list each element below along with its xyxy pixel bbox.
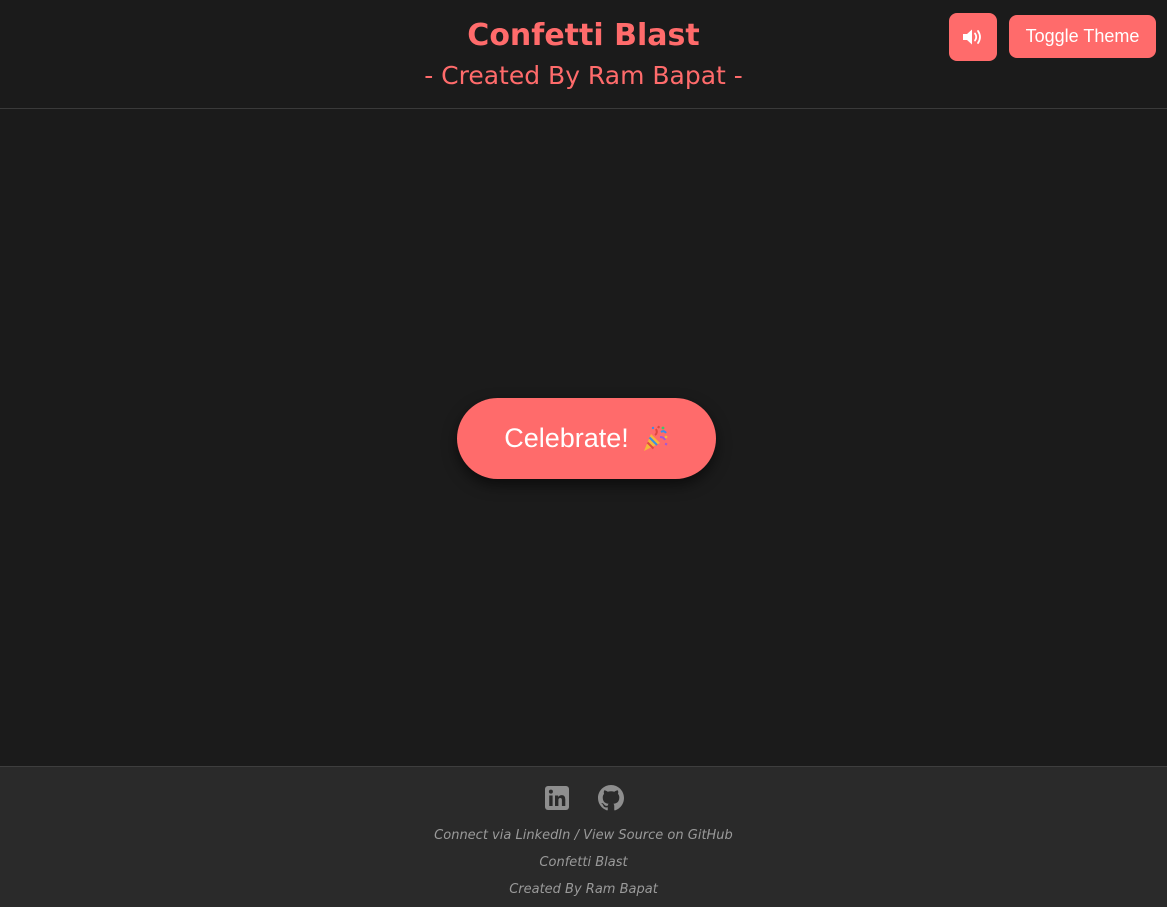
linkedin-text-link[interactable]: LinkedIn xyxy=(515,828,570,843)
celebrate-label: Celebrate! xyxy=(504,423,629,453)
celebrate-button[interactable]: Celebrate! xyxy=(457,398,716,479)
page: Confetti Blast - Created By Ram Bapat - … xyxy=(0,0,1167,907)
party-popper-icon xyxy=(643,425,668,451)
connect-text: Connect via xyxy=(434,828,512,843)
link-separator: / xyxy=(574,828,579,843)
footer-app-name: Confetti Blast xyxy=(539,855,628,870)
site-footer: Connect via LinkedIn / View Source on Gi… xyxy=(0,766,1167,907)
main-content: Celebrate! xyxy=(0,109,1167,766)
footer-links-line: Connect via LinkedIn / View Source on Gi… xyxy=(0,827,1167,845)
linkedin-link[interactable] xyxy=(544,785,570,811)
speaker-volume-icon xyxy=(963,29,981,45)
toggle-theme-button[interactable]: Toggle Theme xyxy=(1009,15,1156,58)
github-text-link[interactable]: View Source on GitHub xyxy=(583,828,733,843)
page-subtitle: - Created By Ram Bapat - xyxy=(424,61,743,90)
site-header: Confetti Blast - Created By Ram Bapat - … xyxy=(0,0,1167,109)
social-links xyxy=(0,785,1167,811)
sound-toggle-button[interactable] xyxy=(949,13,997,61)
github-link[interactable] xyxy=(597,785,624,811)
footer-credit: Created By Ram Bapat xyxy=(509,882,658,897)
linkedin-icon xyxy=(544,786,569,810)
github-icon xyxy=(597,785,624,811)
